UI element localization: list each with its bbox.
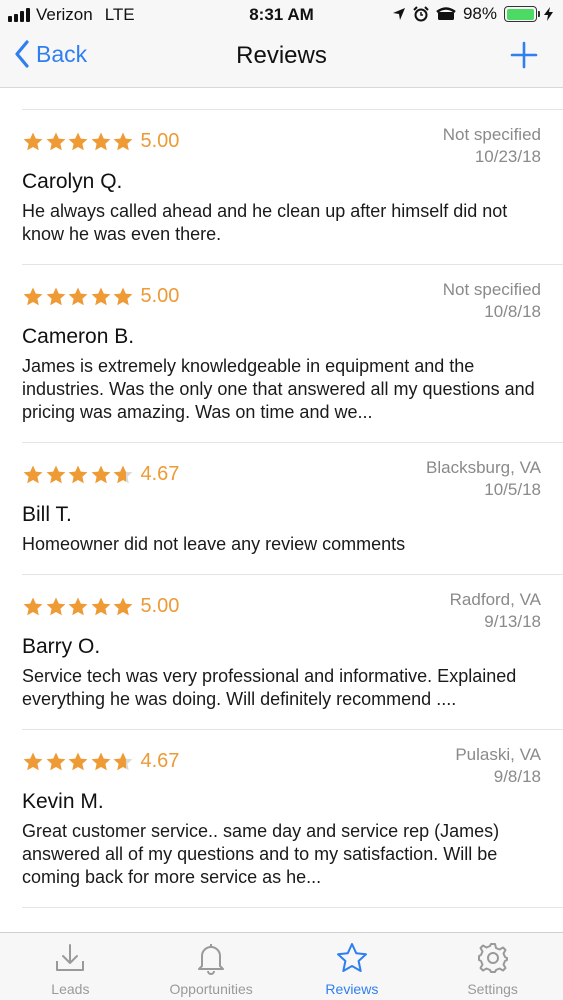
star-icon bbox=[23, 287, 43, 305]
star-icon bbox=[68, 597, 88, 615]
tab-label: Leads bbox=[51, 981, 90, 997]
star-rating: 4.67 bbox=[22, 463, 179, 486]
tab-opportunities[interactable]: Opportunities bbox=[141, 933, 282, 1000]
star-icon bbox=[46, 132, 65, 150]
rating-value: 4.67 bbox=[140, 750, 180, 772]
review-location: Blacksburg, VA bbox=[426, 458, 541, 477]
bell-icon bbox=[198, 944, 225, 975]
download-icon bbox=[56, 944, 85, 971]
star-icon bbox=[23, 132, 43, 150]
alarm-icon bbox=[413, 6, 429, 22]
tty-icon bbox=[436, 7, 456, 20]
battery-percent: 98% bbox=[462, 4, 497, 23]
star-icon bbox=[46, 597, 65, 615]
star-icon bbox=[113, 465, 133, 483]
star-icon bbox=[68, 465, 88, 483]
add-review-button[interactable] bbox=[509, 40, 539, 70]
review-date: 10/23/18 bbox=[474, 147, 541, 166]
star-icon bbox=[91, 597, 110, 615]
tab-label: Reviews bbox=[325, 981, 379, 997]
review-location: Not specified bbox=[442, 280, 541, 299]
navigation-bar: Back Reviews bbox=[0, 30, 563, 88]
star-icon bbox=[46, 465, 65, 483]
review-comment: He always called ahead and he clean up a… bbox=[22, 201, 508, 244]
review-date: 9/8/18 bbox=[493, 767, 541, 786]
star-icon bbox=[113, 752, 133, 770]
rating-value: 5.00 bbox=[140, 595, 180, 617]
review-location: Not specified bbox=[442, 125, 541, 144]
list-divider bbox=[22, 88, 563, 110]
review-meta: Radford, VA 9/13/18 bbox=[450, 589, 541, 633]
star-rating: 5.00 bbox=[22, 130, 179, 153]
review-comment: Service tech was very professional and i… bbox=[22, 666, 517, 709]
review-meta: Pulaski, VA 9/8/18 bbox=[455, 744, 541, 788]
review-item[interactable]: 5.00 Not specified 10/8/18 Cameron B. Ja… bbox=[22, 265, 563, 443]
review-location: Pulaski, VA bbox=[455, 745, 541, 764]
star-icon bbox=[23, 465, 43, 483]
review-item[interactable]: 5.00 Radford, VA 9/13/18 Barry O. Servic… bbox=[22, 575, 563, 730]
review-location: Radford, VA bbox=[449, 590, 541, 609]
star-icon bbox=[91, 287, 110, 305]
star-icon bbox=[91, 465, 110, 483]
star-icon bbox=[113, 597, 133, 615]
star-icon bbox=[23, 752, 43, 770]
star-rating: 5.00 bbox=[22, 285, 179, 308]
rating-value: 5.00 bbox=[140, 285, 180, 307]
star-icon bbox=[91, 132, 110, 150]
review-meta: Blacksburg, VA 10/5/18 bbox=[426, 457, 541, 501]
review-meta: Not specified 10/23/18 bbox=[443, 124, 541, 168]
location-icon bbox=[392, 8, 405, 20]
star-icon bbox=[68, 752, 88, 770]
rating-value: 5.00 bbox=[140, 130, 180, 152]
star-icon bbox=[68, 132, 88, 150]
tab-settings[interactable]: Settings bbox=[422, 933, 563, 1000]
review-item[interactable]: 4.67 Pulaski, VA 9/8/18 Kevin M. Great c… bbox=[22, 730, 563, 908]
tab-label: Opportunities bbox=[169, 981, 253, 997]
review-list[interactable]: 5.00 Not specified 10/23/18 Carolyn Q. H… bbox=[0, 88, 563, 932]
battery-icon bbox=[504, 6, 540, 22]
star-icon bbox=[91, 752, 110, 770]
status-right: 98% bbox=[392, 4, 553, 24]
star-icon bbox=[336, 943, 367, 972]
status-bar: Verizon LTE 8:31 AM 98% bbox=[0, 0, 563, 30]
review-item[interactable]: 5.00 Not specified 10/23/18 Carolyn Q. H… bbox=[22, 110, 563, 265]
star-icon bbox=[113, 132, 133, 150]
review-comment: Great customer service.. same day and se… bbox=[22, 821, 500, 887]
review-date: 10/5/18 bbox=[484, 480, 541, 499]
tab-leads[interactable]: Leads bbox=[0, 933, 141, 1000]
review-comment: James is extremely knowledgeable in equi… bbox=[22, 356, 535, 422]
star-rating: 4.67 bbox=[22, 750, 179, 773]
tab-label: Settings bbox=[467, 981, 518, 997]
gear-icon bbox=[477, 943, 508, 973]
tab-bar: Leads Opportunities Reviews Settings bbox=[0, 932, 563, 1000]
rating-value: 4.67 bbox=[140, 463, 180, 485]
star-icon bbox=[113, 287, 133, 305]
review-item[interactable]: 4.67 Blacksburg, VA 10/5/18 Bill T. Home… bbox=[22, 443, 563, 575]
review-date: 10/8/18 bbox=[484, 302, 541, 321]
charging-icon bbox=[544, 7, 553, 21]
tab-reviews[interactable]: Reviews bbox=[282, 933, 423, 1000]
star-icon bbox=[46, 287, 65, 305]
review-date: 9/13/18 bbox=[484, 612, 541, 631]
review-comment: Homeowner did not leave any review comme… bbox=[22, 534, 406, 554]
star-rating: 5.00 bbox=[22, 595, 179, 618]
page-title: Reviews bbox=[236, 42, 327, 69]
star-icon bbox=[46, 752, 65, 770]
review-meta: Not specified 10/8/18 bbox=[443, 279, 541, 323]
star-icon bbox=[68, 287, 88, 305]
star-icon bbox=[23, 597, 43, 615]
